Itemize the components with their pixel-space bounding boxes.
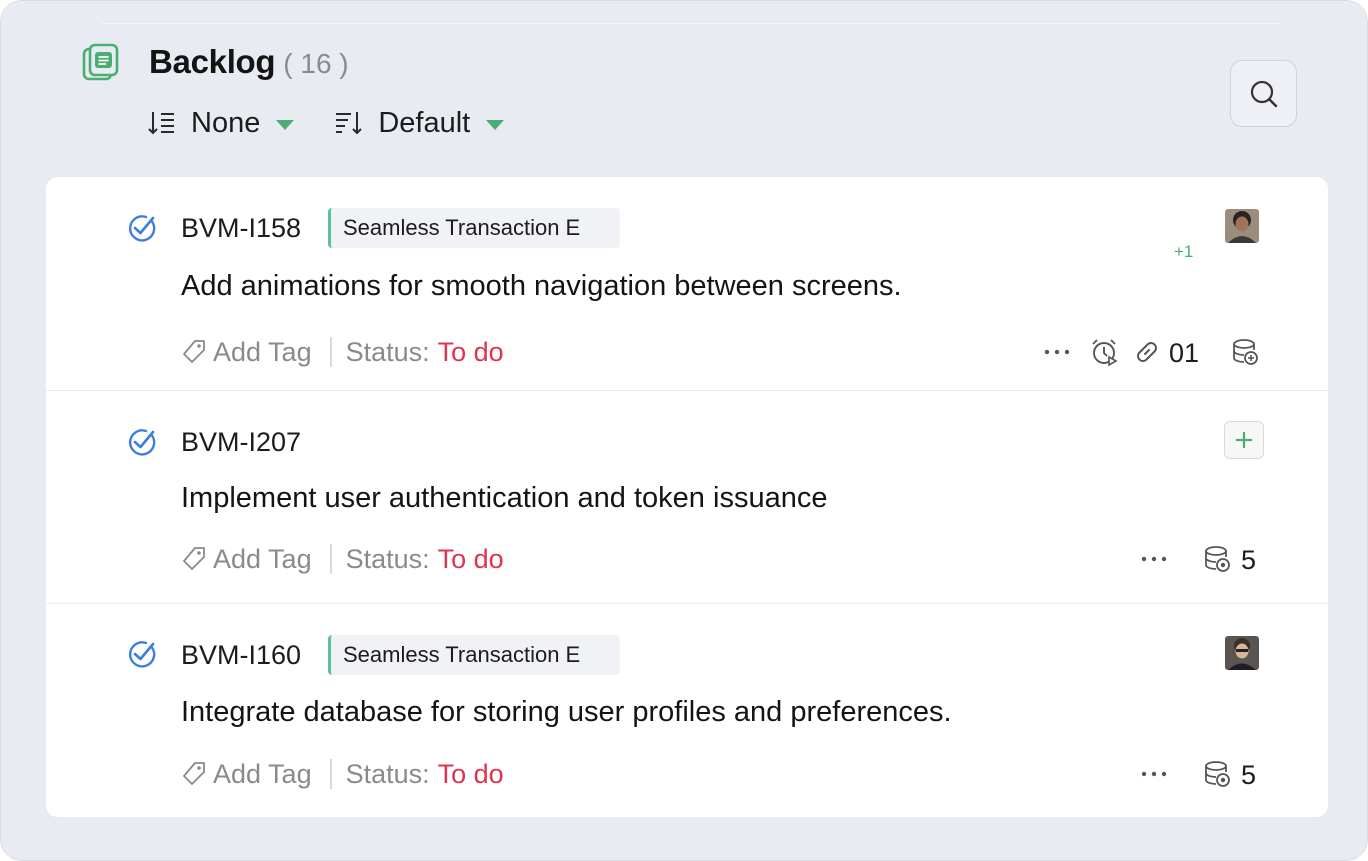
link-icon[interactable] bbox=[1132, 337, 1162, 367]
status-label: Status: bbox=[345, 336, 430, 367]
sort-icon bbox=[336, 112, 363, 135]
issue-count: ( 16 ) bbox=[283, 48, 349, 79]
issue-summary[interactable]: Add animations for smooth navigation bet… bbox=[181, 267, 902, 305]
issue-card[interactable]: BVM-I160 Seamless Transaction E Integrat… bbox=[46, 603, 1328, 815]
story-points-value: 5 bbox=[1241, 545, 1257, 575]
issue-id[interactable]: BVM-I207 bbox=[181, 425, 301, 459]
issue-id[interactable]: BVM-I160 bbox=[181, 638, 301, 672]
issue-summary[interactable]: Implement user authentication and token … bbox=[181, 479, 827, 517]
task-check-icon bbox=[128, 215, 156, 242]
plus-icon bbox=[1236, 432, 1252, 448]
issue-meta: Add Tag Status: To do bbox=[181, 541, 504, 577]
epic-chip[interactable]: Seamless Transaction E bbox=[328, 208, 620, 248]
task-check-icon bbox=[128, 429, 156, 456]
list-controls: None Default bbox=[147, 101, 544, 145]
extra-assignees-count[interactable]: +1 bbox=[1174, 242, 1193, 262]
status-value[interactable]: To do bbox=[438, 759, 504, 790]
issue-meta: Add Tag Status: To do bbox=[181, 334, 504, 370]
page-title-row: Backlog ( 16 ) bbox=[149, 43, 349, 87]
status-value[interactable]: To do bbox=[438, 544, 504, 575]
status-value[interactable]: To do bbox=[438, 337, 504, 368]
meta-divider bbox=[329, 544, 332, 574]
search-icon bbox=[1250, 80, 1277, 107]
tag-icon bbox=[183, 762, 205, 785]
epic-chip[interactable]: Seamless Transaction E bbox=[328, 635, 620, 675]
sort-by-dropdown[interactable]: Default bbox=[334, 106, 505, 140]
more-options-icon[interactable] bbox=[1140, 555, 1168, 563]
add-tag-link[interactable]: Add Tag bbox=[213, 544, 312, 575]
add-story-points-icon[interactable] bbox=[1230, 337, 1260, 367]
chevron-down-icon bbox=[276, 120, 295, 130]
story-points-value: 5 bbox=[1241, 760, 1257, 790]
issue-list: BVM-I158 Seamless Transaction E Add anim… bbox=[46, 177, 1328, 817]
link-count: 01 bbox=[1169, 338, 1200, 368]
issue-summary[interactable]: Integrate database for storing user prof… bbox=[181, 693, 952, 731]
search-button[interactable] bbox=[1230, 60, 1297, 127]
meta-divider bbox=[329, 337, 332, 367]
chevron-down-icon bbox=[486, 120, 505, 130]
issue-id[interactable]: BVM-I158 bbox=[181, 211, 301, 245]
issue-meta: Add Tag Status: To do bbox=[181, 756, 504, 792]
top-divider bbox=[101, 23, 1281, 24]
meta-divider bbox=[329, 759, 332, 789]
assignee-avatar[interactable] bbox=[1225, 209, 1259, 243]
tag-icon bbox=[183, 547, 205, 570]
add-tag-link[interactable]: Add Tag bbox=[213, 759, 312, 790]
add-tag-link[interactable]: Add Tag bbox=[213, 337, 312, 368]
more-options-icon[interactable] bbox=[1043, 348, 1071, 356]
backlog-panel: Backlog ( 16 ) None Default BVM-I158 Sea… bbox=[0, 0, 1368, 861]
tag-icon bbox=[183, 340, 205, 363]
story-points-icon[interactable] bbox=[1202, 759, 1232, 789]
group-by-value: None bbox=[191, 106, 261, 139]
group-by-icon bbox=[148, 112, 174, 135]
add-assignee-button[interactable] bbox=[1224, 421, 1264, 459]
timer-icon[interactable] bbox=[1089, 337, 1119, 367]
page-title: Backlog bbox=[149, 43, 276, 80]
status-label: Status: bbox=[345, 543, 430, 574]
more-options-icon[interactable] bbox=[1140, 770, 1168, 778]
story-points-icon[interactable] bbox=[1202, 544, 1232, 574]
backlog-icon bbox=[82, 43, 119, 81]
issue-card[interactable]: BVM-I207 Implement user authentication a… bbox=[46, 390, 1328, 602]
group-by-dropdown[interactable]: None bbox=[147, 106, 295, 140]
sort-by-value: Default bbox=[378, 106, 471, 139]
assignee-avatar[interactable] bbox=[1225, 636, 1259, 670]
task-check-icon bbox=[128, 641, 156, 668]
issue-card[interactable]: BVM-I158 Seamless Transaction E Add anim… bbox=[46, 177, 1328, 389]
status-label: Status: bbox=[345, 758, 430, 789]
